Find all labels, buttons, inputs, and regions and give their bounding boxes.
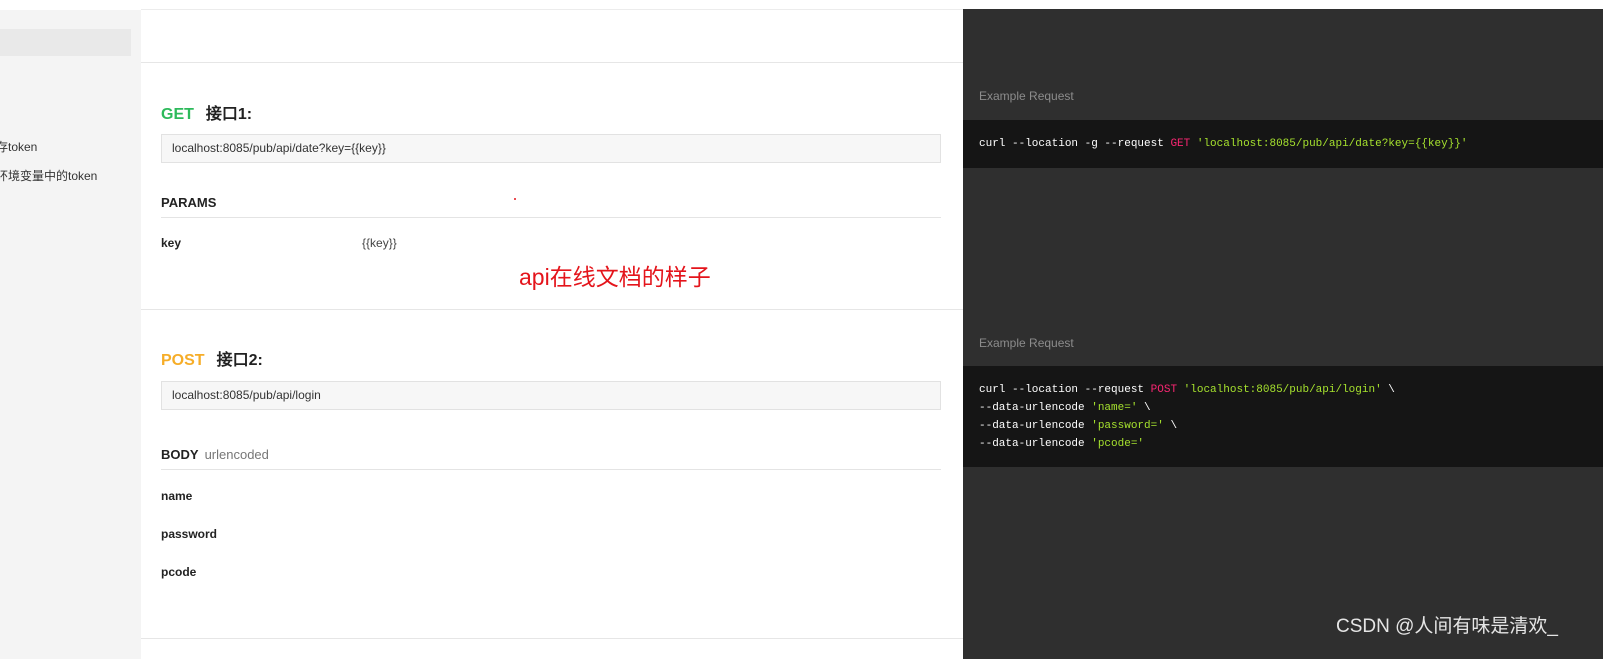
param-key: key: [161, 236, 182, 250]
section-divider: [141, 62, 963, 63]
endpoint-title-2: POST 接口2:: [161, 346, 263, 370]
section-divider: [141, 309, 963, 310]
code-text: \: [1137, 402, 1151, 414]
param-value: {{key}}: [362, 236, 397, 250]
code-method: GET: [1170, 138, 1191, 150]
endpoint-url-2[interactable]: localhost:8085/pub/api/login: [161, 381, 941, 410]
endpoint-name: 接口2:: [216, 352, 263, 369]
code-string: 'password=': [1091, 420, 1164, 432]
method-badge-get: GET: [161, 106, 194, 123]
top-divider: [141, 9, 963, 10]
code-text: --data-urlencode: [979, 438, 1092, 450]
code-text: --data-urlencode: [979, 402, 1092, 414]
code-text: \: [1381, 384, 1395, 396]
annotation-dot: [514, 198, 516, 200]
endpoint-title-1: GET 接口1:: [161, 100, 252, 124]
sidebar-item-save-token[interactable]: 存token: [0, 138, 37, 155]
section-label: PARAMS: [161, 195, 217, 210]
annotation-text: api在线文档的样子: [519, 264, 711, 290]
body-field-key: name: [161, 489, 193, 503]
endpoint-url-1[interactable]: localhost:8085/pub/api/date?key={{key}}: [161, 134, 941, 163]
code-block-1[interactable]: curl --location -g --request GET 'localh…: [963, 120, 1603, 168]
sidebar-item-env-token[interactable]: 环境变量中的token: [0, 167, 97, 184]
code-string: 'name=': [1091, 402, 1138, 414]
example-request-label: Example Request: [979, 89, 1074, 103]
code-line: --data-urlencode 'password=' \: [979, 417, 1603, 435]
section-label: BODY: [161, 447, 199, 462]
body-header: BODY urlencoded: [161, 447, 941, 470]
sidebar: 存token 环境变量中的token: [0, 10, 141, 659]
code-text: --data-urlencode: [979, 420, 1092, 432]
code-line: --data-urlencode 'pcode=': [979, 435, 1603, 453]
method-badge-post: POST: [161, 352, 205, 369]
code-string: 'pcode=': [1091, 438, 1145, 450]
example-request-label: Example Request: [979, 336, 1074, 350]
body-field-key: password: [161, 527, 218, 541]
code-string: 'localhost:8085/pub/api/date?key={{key}}…: [1196, 138, 1468, 150]
sidebar-active-item[interactable]: [0, 29, 131, 56]
code-string: 'localhost:8085/pub/api/login': [1183, 384, 1382, 396]
code-line: curl --location --request POST 'localhos…: [979, 381, 1603, 399]
endpoint-name: 接口1:: [205, 106, 253, 123]
body-field-key: pcode: [161, 565, 197, 579]
example-panel: Example Request curl --location -g --req…: [963, 9, 1603, 659]
doc-main: GET 接口1: localhost:8085/pub/api/date?key=…: [141, 0, 963, 659]
code-text: curl --location --request: [979, 384, 1151, 396]
code-block-2[interactable]: curl --location --request POST 'localhos…: [963, 366, 1603, 467]
code-line: curl --location -g --request GET 'localh…: [979, 135, 1603, 153]
csdn-watermark: CSDN @人间有味是清欢_: [1336, 616, 1558, 637]
code-line: --data-urlencode 'name=' \: [979, 399, 1603, 417]
code-text: \: [1163, 420, 1178, 432]
code-text: curl --location -g --request: [979, 138, 1171, 150]
section-note: urlencoded: [204, 447, 269, 462]
section-divider: [141, 638, 963, 639]
code-method: POST: [1150, 384, 1178, 396]
params-header: PARAMS: [161, 195, 941, 218]
